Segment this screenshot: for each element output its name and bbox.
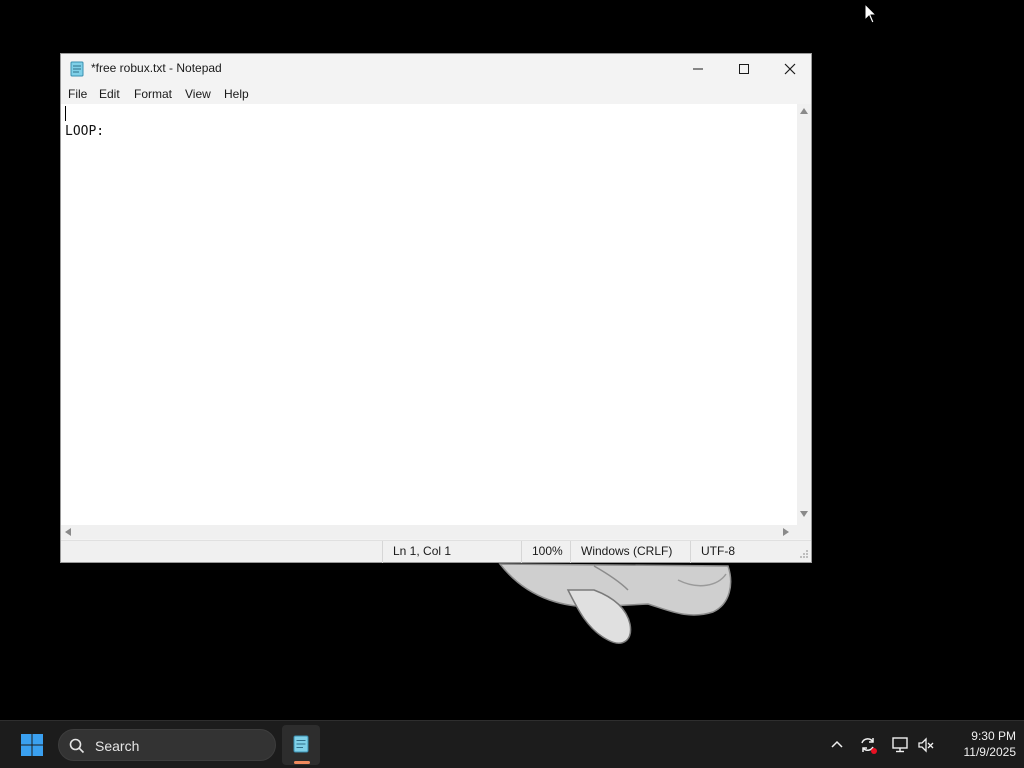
notepad-icon xyxy=(293,735,309,753)
resize-grip-icon[interactable] xyxy=(799,549,809,559)
clock-date: 11/9/2025 xyxy=(963,745,1017,759)
scrollbar-corner xyxy=(797,525,811,539)
status-bar: Ln 1, Col 1 100% Windows (CRLF) UTF-8 xyxy=(61,540,811,563)
clock-time: 9:30 PM xyxy=(971,729,1016,743)
wallpaper-figure-image xyxy=(498,563,732,644)
chevron-up-icon xyxy=(831,740,843,748)
sync-status-button[interactable] xyxy=(858,735,878,755)
maximize-icon xyxy=(739,64,749,74)
active-app-indicator xyxy=(294,761,310,764)
network-button[interactable] xyxy=(890,735,910,755)
sync-icon xyxy=(861,738,877,754)
menu-view[interactable]: View xyxy=(185,87,211,101)
close-button[interactable] xyxy=(767,54,813,84)
volume-muted-icon xyxy=(918,737,934,753)
search-label: Search xyxy=(95,738,140,754)
notepad-icon xyxy=(70,61,84,77)
taskbar-search-box[interactable]: Search xyxy=(58,729,276,761)
text-editor[interactable]: LOOP: xyxy=(61,104,797,525)
status-encoding: UTF-8 xyxy=(690,541,798,563)
scroll-right-icon[interactable] xyxy=(783,528,789,536)
menu-format[interactable]: Format xyxy=(134,87,172,101)
menu-edit[interactable]: Edit xyxy=(99,87,120,101)
text-caret xyxy=(65,106,66,121)
scroll-up-icon[interactable] xyxy=(800,108,808,114)
taskbar-app-notepad[interactable] xyxy=(282,725,320,765)
network-icon xyxy=(892,737,908,753)
window-title: *free robux.txt - Notepad xyxy=(91,61,222,75)
status-zoom: 100% xyxy=(521,541,571,563)
mouse-cursor-icon xyxy=(864,3,878,24)
taskbar: Search 9:30 PM 11/9/2025 xyxy=(0,720,1024,768)
minimize-button[interactable] xyxy=(675,54,721,84)
minimize-icon xyxy=(693,68,703,70)
maximize-button[interactable] xyxy=(721,54,767,84)
menu-file[interactable]: File xyxy=(68,87,87,101)
start-button[interactable] xyxy=(12,727,52,763)
menu-help[interactable]: Help xyxy=(224,87,249,101)
menu-bar: File Edit Format View Help xyxy=(61,84,811,104)
system-clock[interactable]: 9:30 PM 11/9/2025 xyxy=(940,728,1017,760)
close-icon xyxy=(784,63,796,75)
title-bar[interactable]: *free robux.txt - Notepad xyxy=(61,54,811,84)
windows-start-icon xyxy=(21,734,43,756)
scroll-down-icon[interactable] xyxy=(800,511,808,517)
editor-content[interactable]: LOOP: xyxy=(65,124,104,139)
volume-button[interactable] xyxy=(916,735,936,755)
notepad-window: *free robux.txt - Notepad File Edit Form… xyxy=(60,53,812,563)
horizontal-scrollbar[interactable] xyxy=(61,525,797,539)
scroll-left-icon[interactable] xyxy=(65,528,71,536)
status-line-ending: Windows (CRLF) xyxy=(570,541,690,563)
status-cursor-position: Ln 1, Col 1 xyxy=(382,541,522,563)
show-hidden-icons-button[interactable] xyxy=(827,735,847,755)
vertical-scrollbar[interactable] xyxy=(797,104,811,525)
search-icon xyxy=(69,738,85,754)
